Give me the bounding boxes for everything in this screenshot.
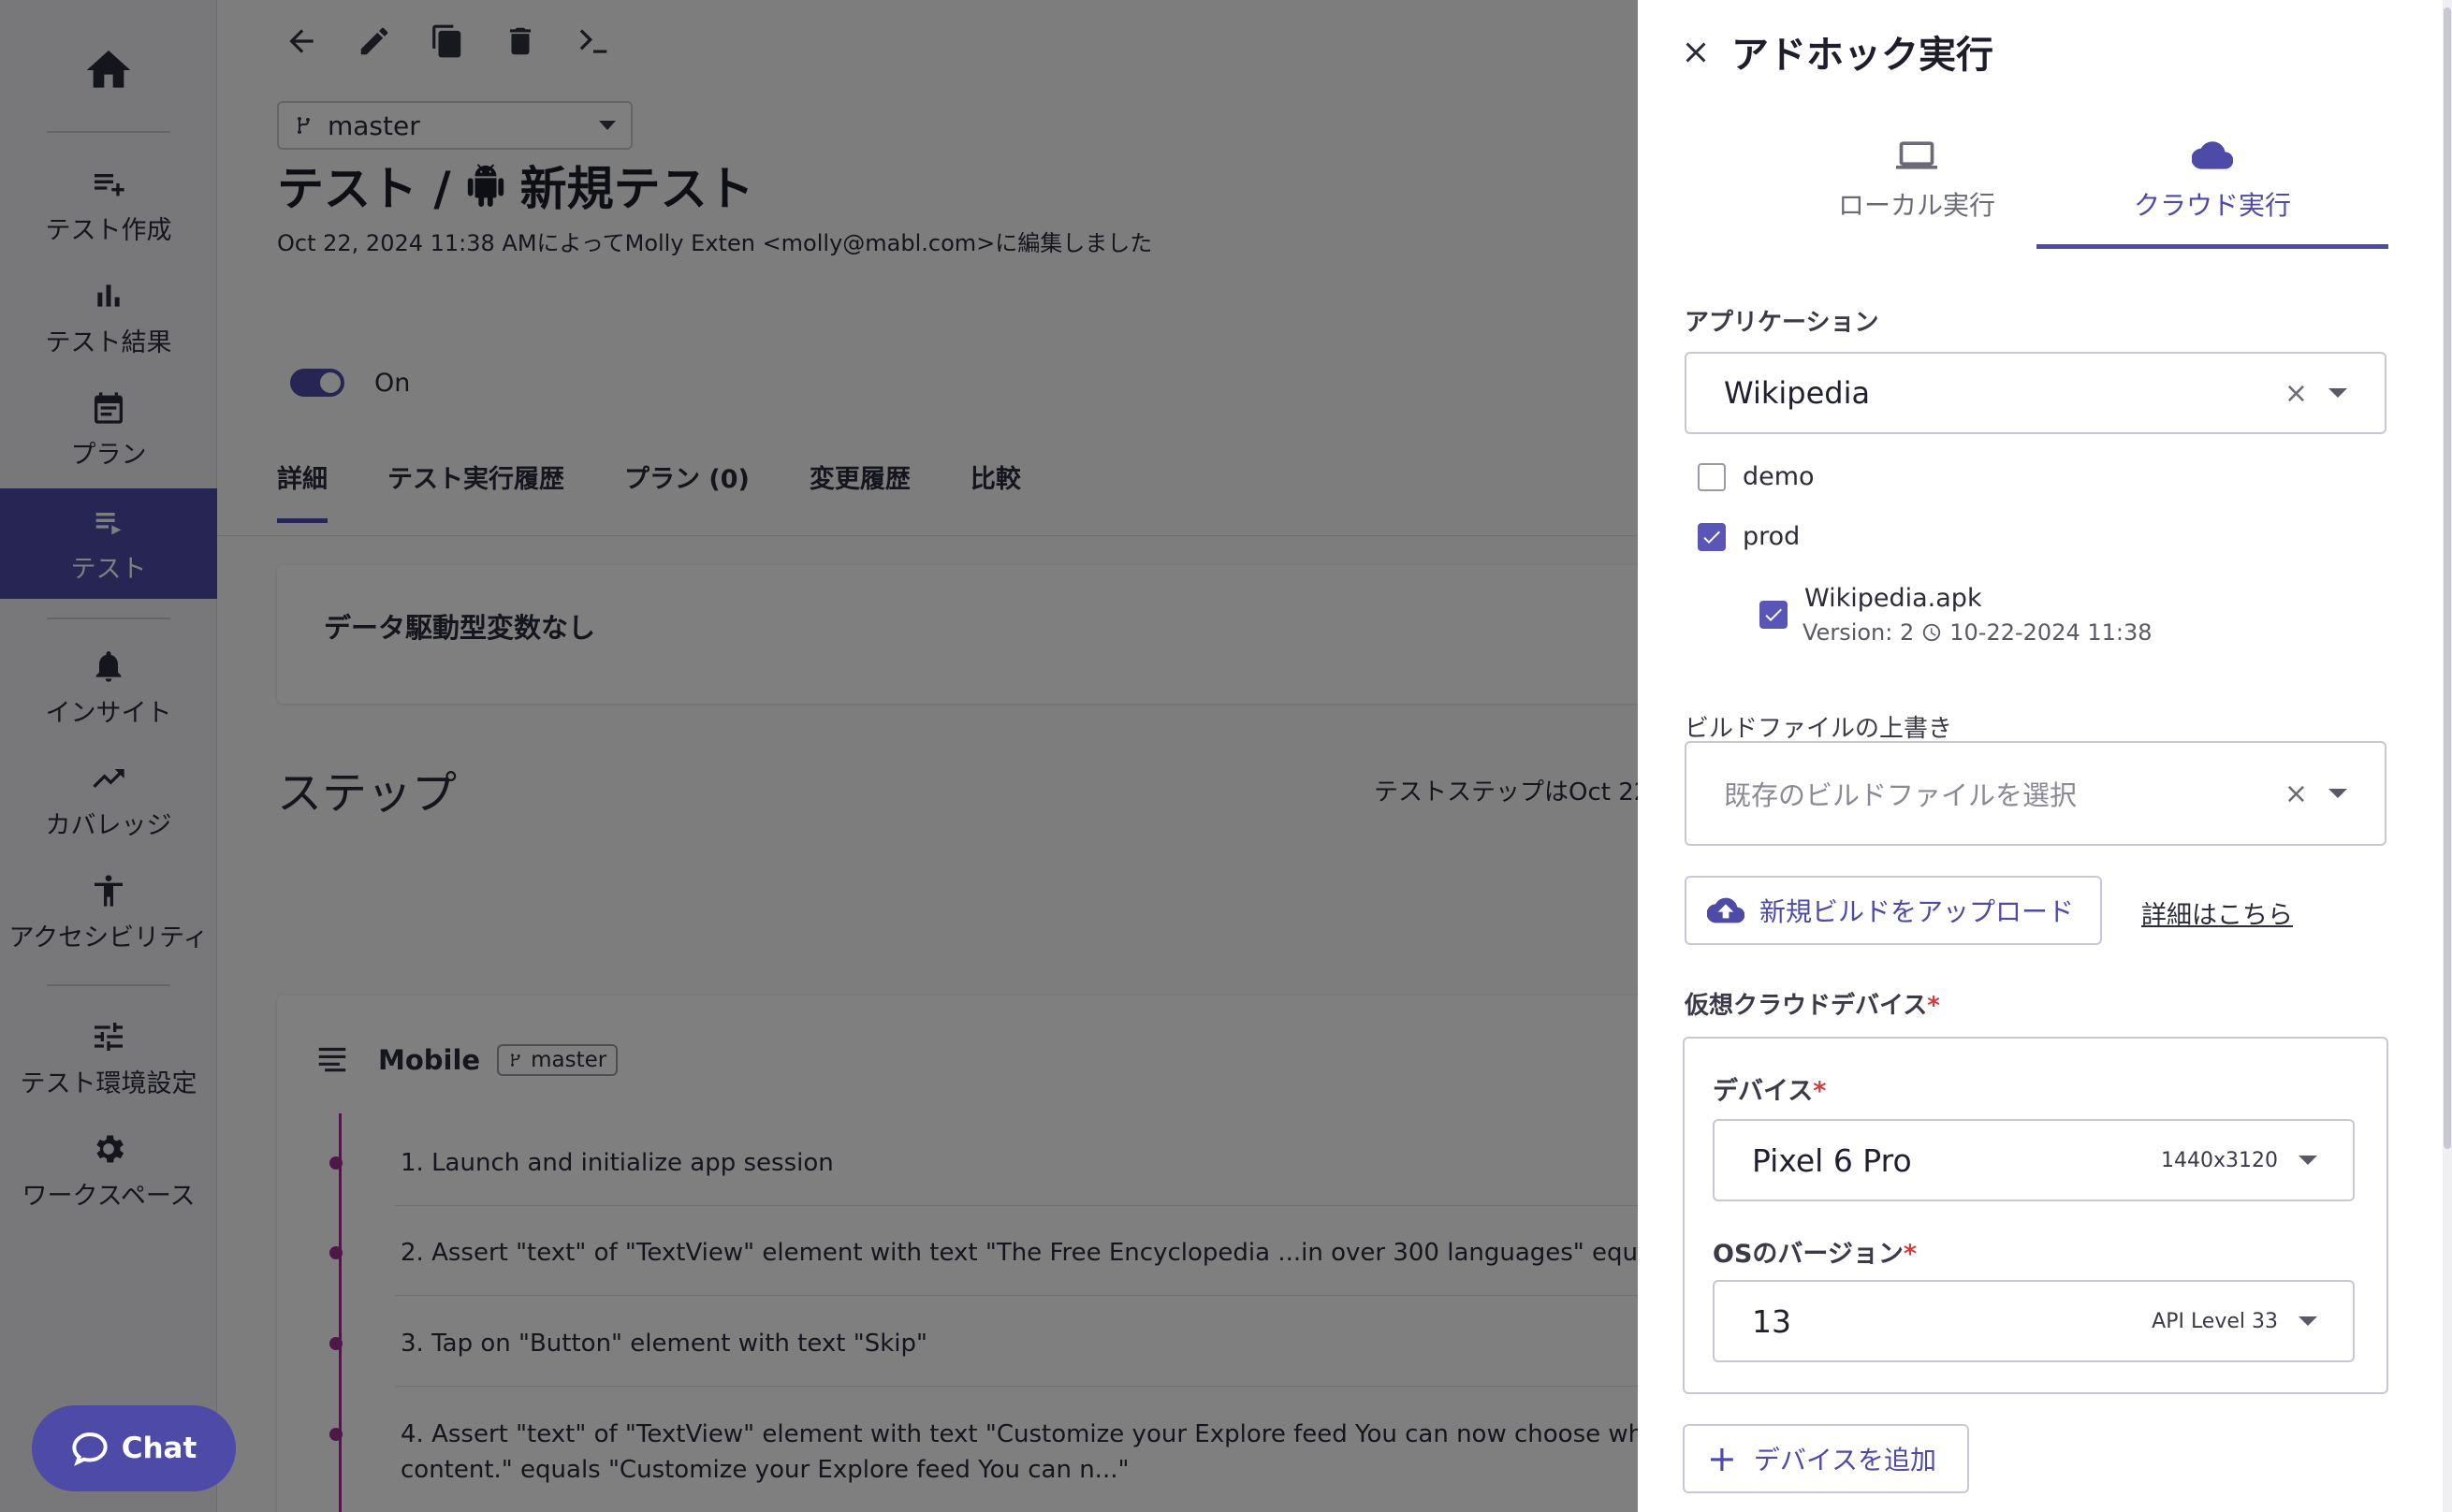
clear-icon[interactable]: × <box>2284 377 2308 410</box>
device-value: Pixel 6 Pro <box>1752 1141 1912 1179</box>
chevron-down-icon <box>2328 789 2347 798</box>
virtual-devices-text: 仮想クラウドデバイス <box>1685 992 1928 1020</box>
drawer-scrollbar[interactable] <box>2443 0 2452 1512</box>
env-label: demo <box>1743 462 1815 491</box>
virtual-devices-label: 仮想クラウドデバイス* <box>1685 986 1940 1021</box>
apk-version: Version: 2 <box>1803 619 1915 646</box>
apk-date: 10-22-2024 11:38 <box>1949 619 2153 646</box>
chevron-down-icon <box>2299 1316 2317 1326</box>
plus-icon: + <box>1707 1438 1737 1479</box>
cloud-upload-icon <box>1707 897 1744 923</box>
learn-more-link[interactable]: 詳細はこちら <box>2141 894 2293 931</box>
required-mark: * <box>1813 1077 1827 1106</box>
chat-button[interactable]: Chat <box>32 1405 236 1491</box>
clear-icon[interactable]: × <box>2284 778 2308 810</box>
chevron-down-icon <box>2328 388 2347 398</box>
application-label: アプリケーション <box>1685 309 1879 337</box>
application-value: Wikipedia <box>1724 375 1871 411</box>
apk-name: Wikipedia.apk <box>1804 584 1982 613</box>
chat-label: Chat <box>121 1432 197 1465</box>
tab-cloud-run-label: クラウド実行 <box>2133 190 2291 221</box>
os-version-label: OSのバージョン* <box>1713 1233 1917 1270</box>
tab-local-run-label: ローカル実行 <box>1837 190 1995 221</box>
env-option-demo[interactable]: demo <box>1698 462 1815 491</box>
device-select[interactable]: Pixel 6 Pro 1440x3120 <box>1713 1119 2355 1201</box>
chevron-down-icon <box>2299 1156 2317 1165</box>
checkbox[interactable] <box>1698 462 1726 491</box>
device-card: デバイス* Pixel 6 Pro 1440x3120 OSのバージョン* 13… <box>1683 1037 2388 1394</box>
os-version-select[interactable]: 13 API Level 33 <box>1713 1280 2355 1362</box>
check-icon <box>1703 531 1720 544</box>
cloud-icon <box>2192 141 2233 169</box>
device-label: デバイス* <box>1713 1070 1826 1107</box>
required-mark: * <box>1903 1240 1917 1269</box>
add-device-button[interactable]: + デバイスを追加 <box>1683 1424 1969 1493</box>
checkbox[interactable] <box>1698 522 1726 551</box>
adhoc-run-drawer: アドホック実行 ローカル実行 クラウド実行 アプリケーション Wikipedia… <box>1638 0 2452 1512</box>
build-file-placeholder: 既存のビルドファイルを選択 <box>1724 779 2078 811</box>
required-mark: * <box>1927 992 1940 1020</box>
application-select[interactable]: Wikipedia × <box>1685 352 2386 434</box>
add-device-label: デバイスを追加 <box>1753 1445 1937 1476</box>
upload-build-button[interactable]: 新規ビルドをアップロード <box>1685 876 2102 945</box>
close-icon <box>1686 42 1706 63</box>
os-version-label-text: OSのバージョン <box>1713 1240 1904 1269</box>
scrollbar-thumb[interactable] <box>2444 7 2451 1149</box>
laptop-icon <box>1896 141 1937 169</box>
modal-backdrop[interactable] <box>0 0 1638 1512</box>
drawer-title: アドホック実行 <box>1731 34 1993 77</box>
close-button[interactable] <box>1679 36 1713 69</box>
checkbox[interactable] <box>1759 601 1788 629</box>
clock-icon <box>1923 623 1941 642</box>
device-resolution: 1440x3120 <box>2161 1148 2278 1172</box>
tab-cloud-run[interactable]: クラウド実行 <box>2036 135 2388 249</box>
env-label: prod <box>1743 522 1801 551</box>
env-option-prod[interactable]: prod <box>1698 522 1800 551</box>
os-api-level: API Level 33 <box>2152 1309 2278 1333</box>
upload-build-label: 新規ビルドをアップロード <box>1759 896 2075 927</box>
build-override-label: ビルドファイルの上書き <box>1685 715 1953 743</box>
build-file-select[interactable]: 既存のビルドファイルを選択 × <box>1685 741 2386 846</box>
apk-meta: Version: 2 10-22-2024 11:38 <box>1803 619 2153 646</box>
chat-bubble-icon <box>72 1432 108 1466</box>
device-label-text: デバイス <box>1713 1077 1814 1106</box>
os-version-value: 13 <box>1752 1302 1791 1340</box>
check-icon <box>1765 608 1782 621</box>
